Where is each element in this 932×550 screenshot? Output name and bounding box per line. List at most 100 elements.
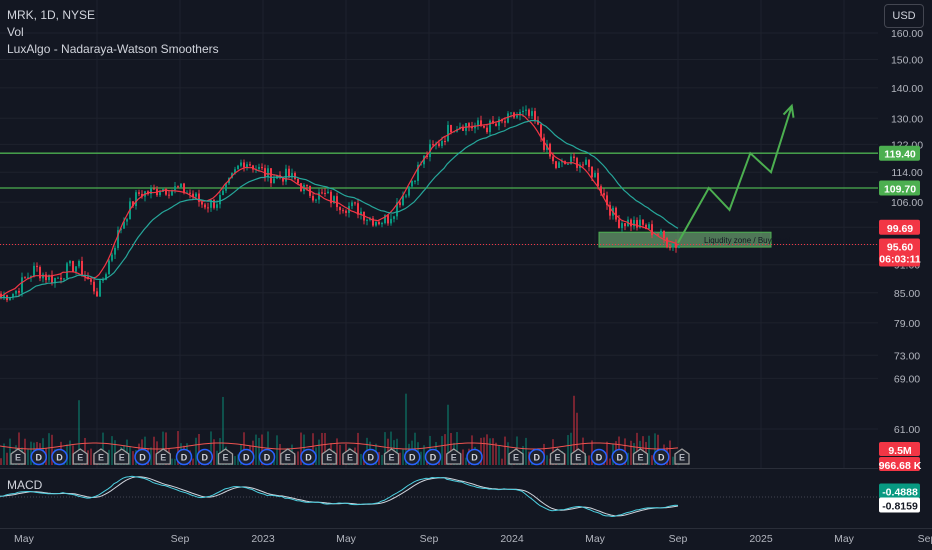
- event-marker-label: E: [77, 453, 83, 463]
- candle-body: [381, 223, 383, 225]
- volume-bar: [525, 437, 527, 465]
- candle-body: [336, 196, 338, 208]
- candle-body: [297, 179, 299, 184]
- price-tick-label: 106.00: [891, 197, 923, 209]
- volume-bar: [501, 458, 503, 465]
- candle-body: [66, 263, 68, 279]
- candle-body: [327, 191, 329, 194]
- candle-body: [468, 123, 470, 127]
- candle-body: [594, 172, 596, 178]
- candle-body: [408, 186, 410, 196]
- chart-canvas[interactable]: Liqudity zone / Buy level E D D E E E D E D D E D D E…: [0, 0, 932, 550]
- event-marker-label: E: [451, 453, 457, 463]
- legend-volume[interactable]: Vol: [7, 24, 219, 41]
- event-marker-label: E: [160, 453, 166, 463]
- macd-label[interactable]: MACD: [7, 478, 42, 492]
- candle-body: [483, 125, 485, 128]
- candle-body: [498, 119, 500, 126]
- candle-body: [591, 166, 593, 178]
- candle-body: [636, 220, 638, 228]
- candle-body: [111, 254, 113, 261]
- candle-body: [666, 237, 668, 248]
- volume-bar: [27, 449, 29, 465]
- candle-body: [285, 168, 287, 182]
- candle-body: [510, 112, 512, 114]
- volume-bar: [0, 458, 2, 465]
- candle-body: [672, 243, 674, 248]
- candle-body: [57, 277, 59, 279]
- event-marker-label: E: [285, 453, 291, 463]
- price-tick-label: 114.00: [891, 167, 922, 179]
- event-marker-label: E: [119, 453, 125, 463]
- volume-bar: [444, 434, 446, 465]
- price-tick-label: 79.00: [894, 318, 920, 330]
- candle-body: [522, 110, 524, 113]
- macd-signal-tag-text: -0.8159: [882, 501, 918, 513]
- candle-body: [108, 260, 110, 275]
- event-marker-label: E: [513, 453, 519, 463]
- volume-bar: [486, 434, 488, 465]
- candle-body: [411, 181, 413, 187]
- event-marker-label: D: [658, 453, 665, 463]
- volume-bar: [672, 456, 674, 465]
- candle-body: [555, 161, 557, 168]
- volume-ma-tag-text: 966.68 K: [879, 460, 922, 472]
- volume-bar: [255, 434, 257, 465]
- candle-body: [504, 121, 506, 123]
- volume-bar: [399, 452, 401, 465]
- legend-indicator[interactable]: LuxAlgo - Nadaraya-Watson Smoothers: [7, 41, 219, 58]
- candle-body: [375, 222, 377, 226]
- candle-body: [447, 124, 449, 142]
- candle-body: [603, 193, 605, 196]
- candle-body: [444, 140, 446, 142]
- candle-body: [597, 172, 599, 187]
- legend-symbol[interactable]: MRK, 1D, NYSE: [7, 7, 219, 24]
- event-marker-label: E: [15, 453, 21, 463]
- candle-body: [390, 218, 392, 224]
- event-marker-label: D: [264, 453, 271, 463]
- candle-body: [78, 261, 80, 267]
- price-tick-label: 150.00: [891, 55, 923, 67]
- volume-bar: [504, 436, 506, 465]
- volume-bar: [69, 440, 71, 465]
- volume-bar: [651, 455, 653, 465]
- candle-body: [495, 123, 497, 126]
- candle-body: [45, 274, 47, 281]
- candle-body: [405, 195, 407, 197]
- currency-button[interactable]: USD: [884, 4, 924, 28]
- volume-bar: [276, 435, 278, 465]
- event-marker-label: E: [326, 453, 332, 463]
- candle-body: [237, 165, 239, 170]
- candle-body: [339, 207, 341, 211]
- candle-body: [90, 279, 92, 282]
- candle-body: [630, 219, 632, 227]
- volume-bar: [567, 435, 569, 465]
- event-marker-label: D: [471, 453, 478, 463]
- chart-background: [0, 0, 932, 550]
- macd-value-tag-text: -0.4888: [882, 487, 918, 499]
- volume-bar: [297, 451, 299, 465]
- candle-body: [150, 188, 152, 195]
- candle-body: [63, 278, 65, 280]
- candle-body: [351, 202, 353, 207]
- candle-body: [273, 178, 275, 184]
- candle-body: [486, 127, 488, 133]
- volume-bar: [402, 449, 404, 465]
- time-tick-label: May: [336, 533, 357, 545]
- candle-body: [354, 202, 356, 204]
- candle-body: [399, 202, 401, 206]
- candle-body: [126, 219, 128, 222]
- event-marker-label: D: [139, 453, 146, 463]
- candle-body: [651, 224, 653, 236]
- candle-body: [201, 201, 203, 205]
- candle-body: [558, 162, 560, 168]
- candle-body: [258, 166, 260, 170]
- candle-body: [450, 124, 452, 133]
- candle-body: [324, 192, 326, 194]
- time-tick-label: Sep: [669, 533, 688, 545]
- price-tick-label: 73.00: [894, 350, 920, 362]
- time-tick-label: May: [834, 533, 855, 545]
- candle-body: [93, 281, 95, 292]
- candle-body: [219, 195, 221, 205]
- candle-body: [582, 164, 584, 166]
